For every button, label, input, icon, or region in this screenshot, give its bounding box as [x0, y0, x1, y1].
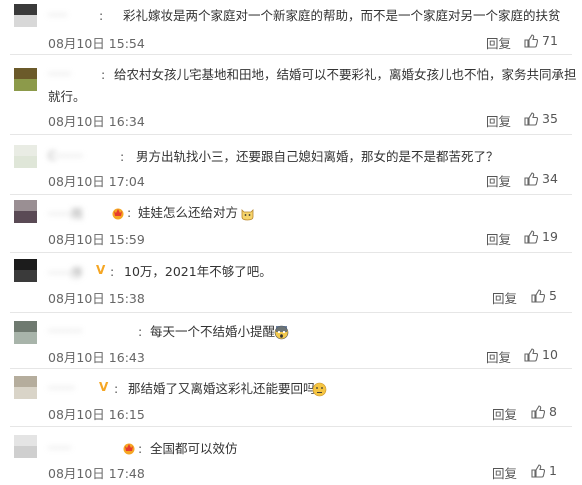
comment-text-line2: 就行。 [48, 89, 86, 104]
thumbs-up-icon [531, 288, 545, 303]
like-count: 71 [542, 33, 558, 48]
reply-button[interactable]: 回复 [492, 463, 517, 482]
comment-text: 男方出轨找小三，还要跟自己媳妇离婚，那女的是不是都苦死了？ [136, 149, 499, 164]
like-count: 19 [542, 229, 558, 244]
comment-time: 08月10日 15:38 [48, 291, 145, 306]
comment-text: 全国都可以效仿 [150, 441, 238, 456]
avatar[interactable] [14, 321, 37, 344]
comment-time: 08月10日 16:34 [48, 114, 145, 129]
comment-text: 彩礼嫁妆是两个家庭对一个新家庭的帮助，而不是一个家庭对另一个家庭的扶贫 [123, 8, 561, 23]
like-button[interactable]: 1 [531, 463, 557, 478]
like-button[interactable]: 35 [524, 111, 558, 126]
avatar[interactable] [14, 68, 37, 91]
username[interactable]: ······ [48, 441, 71, 455]
like-button[interactable]: 71 [524, 33, 558, 48]
like-button[interactable]: 10 [524, 347, 558, 362]
reply-button[interactable]: 回复 [492, 404, 517, 423]
comment-time: 08月10日 15:59 [48, 232, 145, 247]
like-button[interactable]: 5 [531, 288, 557, 303]
crown-badge-icon [123, 443, 135, 455]
comment-time: 08月10日 17:48 [48, 466, 145, 481]
like-button[interactable]: 34 [524, 171, 558, 186]
like-count: 10 [542, 347, 558, 362]
like-count: 8 [549, 404, 557, 419]
comment-text: 娃娃怎么还给对方 [138, 205, 239, 220]
like-button[interactable]: 8 [531, 404, 557, 419]
username[interactable]: ······序 [48, 264, 83, 281]
comment-row: C······· : 男方出轨找小三，还要跟自己媳妇离婚，那女的是不是都苦死了？… [0, 135, 582, 195]
username[interactable]: ····· [48, 8, 67, 22]
comment-row: ······序 V : 10万，2021年不够了吧。 08月10日 15:38 … [0, 253, 582, 313]
verified-badge-icon: V [99, 380, 109, 394]
cat-emoji-icon [241, 209, 254, 221]
username[interactable]: ······ [48, 67, 71, 81]
thumbs-up-icon [524, 33, 538, 48]
comment-time: 08月10日 17:04 [48, 174, 145, 189]
comment-text: 每天一个不结婚小提醒 [150, 324, 276, 339]
username[interactable]: ······雨 [48, 205, 83, 222]
reply-button[interactable]: 回复 [486, 347, 511, 366]
comment-row: ····· : 彩礼嫁妆是两个家庭对一个新家庭的帮助，而不是一个家庭对另一个家庭… [0, 0, 582, 55]
like-count: 35 [542, 111, 558, 126]
comment-row: ········· : 每天一个不结婚小提醒 08月10日 16:43 回复 1… [0, 313, 582, 369]
verified-badge-icon: V [96, 263, 106, 277]
comment-time: 08月10日 16:15 [48, 407, 145, 422]
comment-row: ······ : 给农村女孩儿宅基地和田地，结婚可以不要彩礼，离婚女孩儿也不怕，… [0, 55, 582, 135]
thumbs-up-icon [524, 171, 538, 186]
comment-row: ······ : 全国都可以效仿 08月10日 17:48 回复 1 [0, 427, 582, 485]
reply-button[interactable]: 回复 [486, 229, 511, 248]
avatar[interactable] [14, 259, 37, 282]
username[interactable]: ········· [48, 324, 82, 338]
thumbs-up-icon [524, 347, 538, 362]
thumbs-up-icon [524, 111, 538, 126]
comment-time: 08月10日 16:43 [48, 350, 145, 365]
reply-button[interactable]: 回复 [486, 111, 511, 130]
comment-list: ····· : 彩礼嫁妆是两个家庭对一个新家庭的帮助，而不是一个家庭对另一个家庭… [0, 0, 582, 485]
like-button[interactable]: 19 [524, 229, 558, 244]
like-count: 34 [542, 171, 558, 186]
reply-button[interactable]: 回复 [486, 33, 511, 52]
username[interactable]: C······· [48, 149, 83, 163]
avatar[interactable] [14, 200, 37, 223]
reply-button[interactable]: 回复 [492, 288, 517, 307]
thumbs-up-icon [531, 404, 545, 419]
comment-text: 10万，2021年不够了吧。 [124, 264, 272, 279]
reply-button[interactable]: 回复 [486, 171, 511, 190]
comment-text: 那结婚了又离婚这彩礼还能要回吗 [128, 381, 316, 396]
comment-row: ······雨 : 娃娃怎么还给对方 08月10日 15:59 回复 19 [0, 195, 582, 253]
like-count: 5 [549, 288, 557, 303]
comment-row: ······· V : 那结婚了又离婚这彩礼还能要回吗 08月10日 16:15… [0, 369, 582, 427]
avatar[interactable] [14, 145, 37, 168]
avatar[interactable] [14, 435, 37, 458]
avatar[interactable] [14, 376, 37, 399]
comment-time: 08月10日 15:54 [48, 36, 145, 51]
thumbs-up-icon [531, 463, 545, 478]
username[interactable]: ······· [48, 381, 75, 395]
thumbs-up-icon [524, 229, 538, 244]
thinking-face-emoji-icon [312, 382, 327, 397]
scared-face-emoji-icon [274, 325, 289, 340]
like-count: 1 [549, 463, 557, 478]
crown-badge-icon [112, 208, 124, 220]
comment-text: 给农村女孩儿宅基地和田地，结婚可以不要彩礼，离婚女孩儿也不怕，家务共同承担 [114, 67, 577, 82]
avatar[interactable] [14, 4, 37, 27]
